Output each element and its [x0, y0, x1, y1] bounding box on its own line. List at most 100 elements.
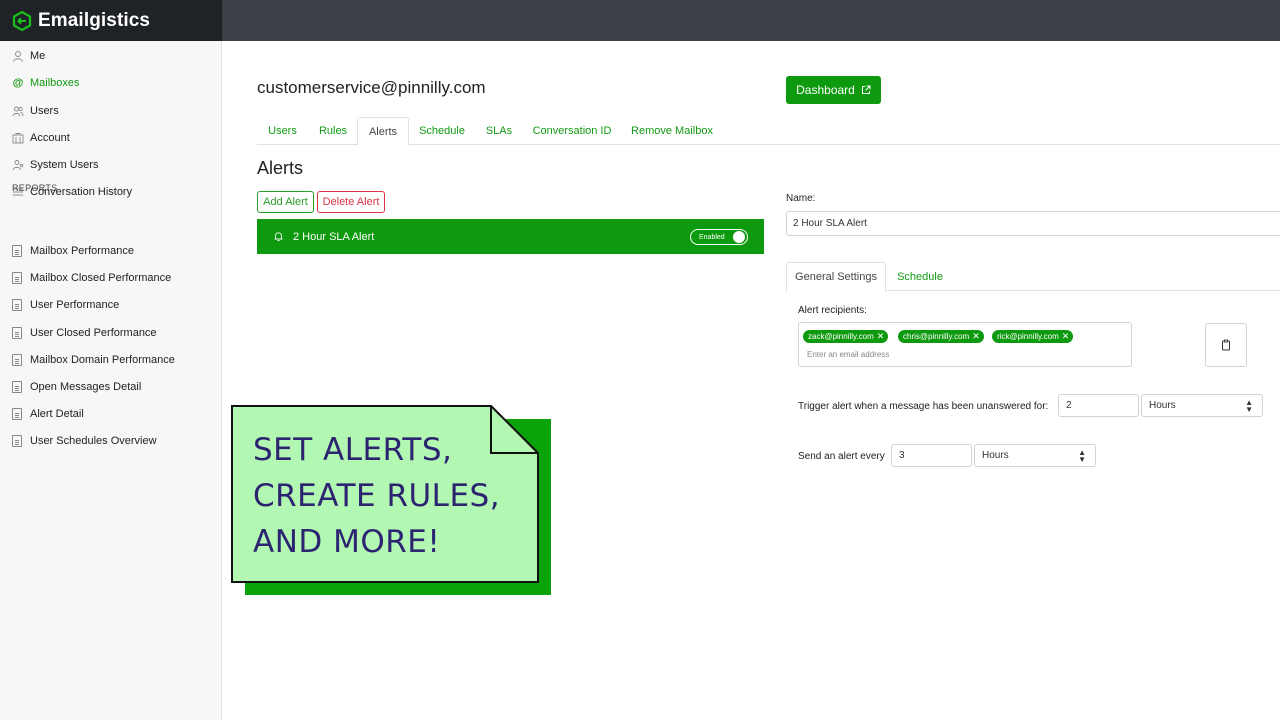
tab-label: Schedule [419, 125, 465, 137]
recipients-label: Alert recipients: [798, 305, 867, 316]
remove-chip-icon[interactable]: ✕ [877, 331, 885, 342]
mailbox-tabs: Users Rules Alerts Schedule SLAs Convers… [257, 117, 1280, 146]
tab-schedule[interactable]: Schedule [410, 117, 474, 145]
send-every-label: Send an alert every [798, 451, 885, 462]
sidebar-item-label: Users [30, 105, 59, 117]
name-label: Name: [786, 193, 816, 204]
tab-label: Remove Mailbox [631, 125, 713, 137]
document-icon [12, 299, 22, 311]
sidebar-report-mailbox-closed-performance[interactable]: Mailbox Closed Performance [12, 270, 171, 286]
trigger-unit-select[interactable]: Hours ▲ ▼ [1141, 394, 1263, 417]
sidebar-item-me[interactable]: Me [12, 48, 45, 64]
document-icon [12, 381, 22, 393]
select-caret-icon: ▲ ▼ [1245, 398, 1253, 414]
sidebar-item-mailboxes[interactable]: @ Mailboxes [12, 75, 80, 91]
toggle-knob [733, 231, 745, 243]
remove-chip-icon[interactable]: ✕ [1062, 331, 1070, 342]
chip-label: zack@pinnilly.com [808, 332, 874, 341]
tab-alert-schedule[interactable]: Schedule [887, 262, 953, 291]
tab-conversation-id[interactable]: Conversation ID [524, 117, 620, 145]
dashboard-button-label: Dashboard [796, 83, 855, 97]
brand-name: Emailgistics [38, 9, 151, 31]
alert-enabled-toggle[interactable]: Enabled [690, 229, 748, 245]
chip-label: rick@pinnilly.com [997, 332, 1059, 341]
sidebar-item-label: Open Messages Detail [30, 381, 142, 393]
add-alert-button[interactable]: Add Alert [257, 191, 314, 213]
clipboard-icon [1222, 339, 1230, 351]
tab-label: Conversation ID [532, 125, 612, 137]
brand[interactable]: Emailgistics [0, 0, 222, 41]
alert-settings-tabs: General Settings Schedule [786, 262, 1280, 292]
sidebar-item-label: User Closed Performance [30, 327, 157, 339]
chip-label: chris@pinnilly.com [903, 332, 970, 341]
tab-remove-mailbox[interactable]: Remove Mailbox [621, 117, 723, 145]
recipient-chip[interactable]: chris@pinnilly.com ✕ [898, 330, 984, 343]
tab-rules[interactable]: Rules [309, 117, 357, 145]
tab-slas[interactable]: SLAs [475, 117, 523, 145]
mailbox-title: customerservice@pinnilly.com [257, 78, 486, 97]
tab-alerts[interactable]: Alerts [357, 117, 409, 146]
promo-line: SET ALERTS, [253, 432, 453, 468]
emailgistics-logo-icon [12, 10, 32, 31]
building-icon [12, 133, 24, 144]
trigger-value-field[interactable]: 2 [1058, 394, 1139, 417]
remove-chip-icon[interactable]: ✕ [972, 331, 980, 342]
sidebar-item-users[interactable]: Users [12, 103, 59, 119]
sidebar-item-label: System Users [30, 159, 99, 171]
promo-line: AND MORE! [253, 524, 441, 560]
bell-icon [274, 232, 283, 241]
document-icon [12, 327, 22, 339]
sidebar-item-system-users[interactable]: System Users [12, 157, 98, 173]
sidebar-item-label: Me [30, 50, 46, 62]
sidebar-item-account[interactable]: Account [12, 130, 70, 146]
trigger-label: Trigger alert when a message has been un… [798, 401, 1049, 412]
sidebar-item-label: Mailbox Performance [30, 245, 134, 257]
sidebar-report-open-messages-detail[interactable]: Open Messages Detail [12, 379, 141, 395]
select-value: Hours [982, 450, 1009, 461]
tab-general-settings[interactable]: General Settings [786, 262, 886, 292]
recipients-field[interactable]: zack@pinnilly.com ✕ chris@pinnilly.com ✕ r… [798, 322, 1132, 367]
user-icon [13, 51, 23, 62]
recipient-chip[interactable]: rick@pinnilly.com ✕ [992, 330, 1074, 343]
sidebar-item-label: User Performance [30, 299, 120, 311]
send-every-unit-select[interactable]: Hours ▲ ▼ [974, 444, 1096, 467]
clipboard-button[interactable] [1205, 323, 1247, 367]
sidebar-item-label: Mailbox Domain Performance [30, 354, 175, 366]
system-users-icon [12, 160, 24, 171]
sidebar-item-label: User Schedules Overview [30, 435, 157, 447]
sidebar-report-user-schedules-overview[interactable]: User Schedules Overview [12, 433, 157, 449]
sidebar-report-mailbox-domain-performance[interactable]: Mailbox Domain Performance [12, 352, 175, 368]
select-caret-icon: ▲ ▼ [1078, 448, 1086, 464]
alert-name-field[interactable]: 2 Hour SLA Alert [786, 211, 1280, 236]
tab-label: Rules [318, 125, 348, 137]
delete-alert-button[interactable]: Delete Alert [317, 191, 385, 213]
sidebar-report-user-closed-performance[interactable]: User Closed Performance [12, 325, 157, 341]
document-icon [12, 272, 22, 284]
sidebar-report-alert-detail[interactable]: Alert Detail [12, 406, 84, 422]
document-icon [12, 354, 22, 366]
tab-label: Schedule [897, 270, 943, 283]
alert-list-item[interactable]: 2 Hour SLA Alert Enabled [257, 219, 764, 254]
recipients-placeholder[interactable]: Enter an email address [807, 350, 889, 359]
tab-label: SLAs [485, 125, 513, 137]
promo-line: CREATE RULES, [253, 478, 501, 514]
page-title: Alerts [257, 158, 304, 178]
recipient-chip[interactable]: zack@pinnilly.com ✕ [803, 330, 889, 343]
sidebar-report-user-performance[interactable]: User Performance [12, 297, 119, 313]
select-value: Hours [1149, 400, 1176, 411]
reports-section-label: REPORTS [12, 183, 58, 193]
document-icon [12, 408, 22, 420]
tab-label: Alerts [368, 125, 398, 138]
document-icon [12, 245, 22, 257]
alert-name: 2 Hour SLA Alert [293, 230, 375, 243]
sidebar-item-label: Mailbox Closed Performance [30, 272, 172, 284]
at-icon: @ [12, 77, 24, 89]
sidebar-item-label: Alert Detail [30, 408, 84, 420]
toggle-label: Enabled [699, 233, 725, 241]
send-every-value-field[interactable]: 3 [891, 444, 972, 467]
tab-users[interactable]: Users [257, 117, 308, 145]
dashboard-button[interactable]: Dashboard [786, 76, 881, 104]
tab-label: General Settings [795, 271, 877, 283]
tab-label: Users [268, 125, 297, 137]
sidebar-report-mailbox-performance[interactable]: Mailbox Performance [12, 243, 134, 259]
